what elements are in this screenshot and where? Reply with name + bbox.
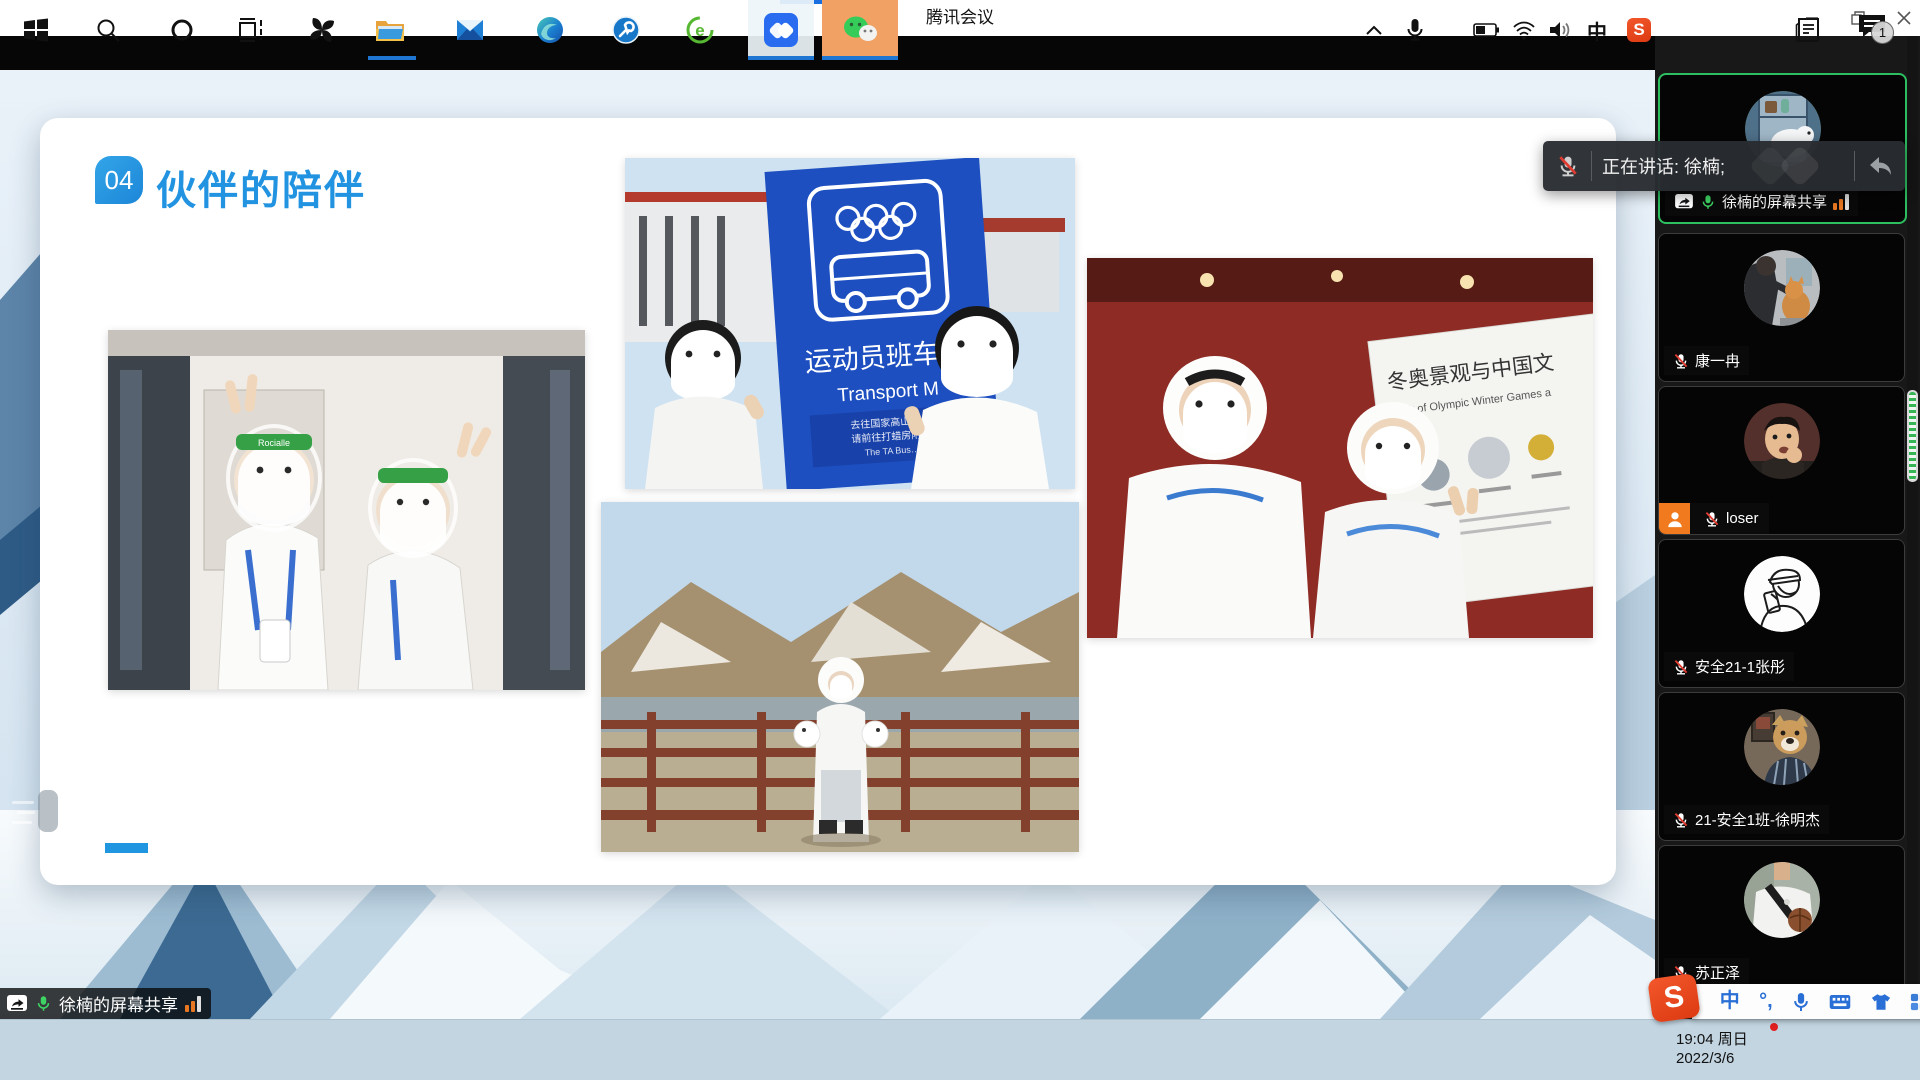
- taskbar: [0, 1019, 1920, 1080]
- wechat-active-underline: [822, 56, 898, 60]
- mic-on-icon: [35, 995, 52, 1012]
- driver-tool-icon[interactable]: [598, 0, 654, 60]
- participant-label: 康一冉: [1664, 346, 1749, 375]
- avatar: [1744, 556, 1820, 632]
- slide-progress-dash: [105, 843, 148, 853]
- mic-muted-icon: [1557, 155, 1579, 177]
- svg-text:Rocialle: Rocialle: [258, 438, 290, 448]
- notification-dot: [1770, 1023, 1778, 1031]
- mic-muted-icon: [1704, 511, 1720, 527]
- start-button[interactable]: [12, 0, 60, 60]
- screen-share-icon: [6, 995, 28, 1013]
- divider: [1591, 151, 1592, 181]
- avatar: [1744, 250, 1820, 326]
- action-center-icon[interactable]: 1: [1848, 0, 1900, 60]
- tray-sogou-icon[interactable]: S: [1620, 0, 1658, 60]
- photo-transport-mall: 运动员班车站 Transport M 去往国家高山滑… 请前往打蜡房附… The…: [625, 158, 1075, 489]
- participant-label: 安全21-1张彤: [1664, 652, 1794, 681]
- ghost-menu-line: [12, 821, 32, 824]
- tray-volume-icon[interactable]: [1542, 0, 1578, 60]
- photo-mountain-railing: [601, 502, 1079, 852]
- mic-muted-icon: [1673, 353, 1689, 369]
- mail-icon[interactable]: [442, 0, 498, 60]
- notification-count-badge: 1: [1871, 21, 1894, 44]
- participant-name: 21-安全1班-徐明杰: [1695, 809, 1820, 830]
- taskbar-clock[interactable]: 19:04 周日 2022/3/6: [1676, 1030, 1748, 1068]
- file-explorer-icon[interactable]: [362, 0, 418, 60]
- mic-on-icon: [1700, 194, 1716, 210]
- participant-label: 21-安全1班-徐明杰: [1664, 805, 1829, 834]
- task-view-icon[interactable]: [228, 0, 276, 60]
- tray-mic-icon[interactable]: [1398, 0, 1432, 60]
- network-signal-icon: [185, 996, 201, 1012]
- speaking-toast: 正在讲话: 徐楠;: [1543, 141, 1905, 191]
- slide-title: 伙伴的陪伴: [156, 158, 366, 216]
- tray-battery-icon[interactable]: [1468, 0, 1504, 60]
- cortana-icon[interactable]: [158, 0, 206, 60]
- edge-icon[interactable]: [522, 0, 578, 60]
- explorer-active-underline: [368, 56, 416, 60]
- participant-label: loser: [1659, 503, 1769, 534]
- search-icon[interactable]: [84, 0, 132, 60]
- ime-toolbox-icon[interactable]: [1910, 993, 1920, 1011]
- tray-expand-chevron[interactable]: [1356, 0, 1392, 60]
- clock-date: 2022/3/6: [1676, 1049, 1748, 1068]
- mic-muted-icon: [1673, 812, 1689, 828]
- screen: 腾讯会议: [0, 0, 1920, 1080]
- participant-tile-zhangtong[interactable]: 安全21-1张彤: [1658, 539, 1905, 688]
- sidebar-scrollbar-thumb[interactable]: [1907, 390, 1918, 482]
- screen-share-badge: 徐楠的屏幕共享: [0, 988, 211, 1019]
- presentation-slide: 04 伙伴的陪伴 Rocialle: [40, 118, 1616, 885]
- participant-name: 徐楠的屏幕共享: [1722, 191, 1827, 212]
- sidebar-scrollbar-track[interactable]: [1907, 36, 1918, 1019]
- participant-tile-loser[interactable]: loser: [1658, 386, 1905, 535]
- ime-punctuation-toggle[interactable]: °,: [1759, 984, 1773, 1019]
- ime-mode-chinese[interactable]: 中: [1720, 984, 1740, 1019]
- avatar: [1744, 862, 1820, 938]
- participant-tile-xumingjie[interactable]: 21-安全1班-徐明杰: [1658, 692, 1905, 841]
- avatar: [1744, 403, 1820, 479]
- screen-share-icon: [1674, 194, 1694, 210]
- raised-hand-badge: [1659, 503, 1690, 534]
- meeting-active-underline: [748, 56, 814, 60]
- svg-text:e: e: [695, 21, 704, 40]
- ime-toolbar: 中 °,: [1692, 984, 1920, 1019]
- ime-skin-icon[interactable]: [1871, 993, 1891, 1011]
- tray-wifi-icon[interactable]: [1506, 0, 1542, 60]
- clock-time: 19:04 周日: [1676, 1030, 1748, 1049]
- news-interest-icon[interactable]: [1786, 0, 1830, 60]
- tencent-meeting-taskbar-item[interactable]: [748, 0, 814, 60]
- ime-keyboard-icon[interactable]: [1829, 994, 1851, 1010]
- participant-label: 徐楠的屏幕共享: [1665, 187, 1858, 216]
- mic-muted-icon: [1673, 659, 1689, 675]
- photo-volunteers-doorway: Rocialle: [108, 330, 585, 690]
- participant-tile-suzhengze[interactable]: 苏正泽: [1658, 845, 1905, 994]
- sogou-pinned-icon[interactable]: [298, 0, 346, 60]
- ghost-menu-line: [12, 801, 34, 804]
- meeting-logo-watermark: [1733, 145, 1843, 187]
- divider: [1854, 151, 1855, 181]
- ghost-menu-line: [17, 811, 35, 814]
- tray-input-mode-indicator[interactable]: 中: [1580, 0, 1614, 60]
- collapsed-panel-handle[interactable]: [38, 790, 58, 832]
- wechat-taskbar-item[interactable]: [822, 0, 898, 60]
- network-signal-icon: [1833, 194, 1849, 210]
- slide-section-number: 04: [105, 165, 134, 196]
- slide-section-badge: 04: [95, 156, 143, 204]
- share-badge-label: 徐楠的屏幕共享: [59, 991, 178, 1016]
- photo-exhibit-selfie: 冬奥景观与中国文 Look of Olympic Winter Games a: [1087, 258, 1593, 638]
- participant-name: loser: [1726, 506, 1769, 531]
- avatar: [1744, 709, 1820, 785]
- reply-arrow-icon[interactable]: [1867, 154, 1893, 178]
- participant-name: 安全21-1张彤: [1695, 656, 1785, 677]
- participant-tile-kangyiran[interactable]: 康一冉: [1658, 233, 1905, 382]
- browser-360-icon[interactable]: e: [672, 0, 728, 60]
- participant-name: 康一冉: [1695, 350, 1740, 371]
- speaking-label: 正在讲话: 徐楠;: [1602, 153, 1725, 179]
- sogou-ime-logo[interactable]: S: [1647, 973, 1701, 1023]
- ime-voice-icon[interactable]: [1792, 992, 1810, 1012]
- participant-name: 苏正泽: [1695, 962, 1740, 983]
